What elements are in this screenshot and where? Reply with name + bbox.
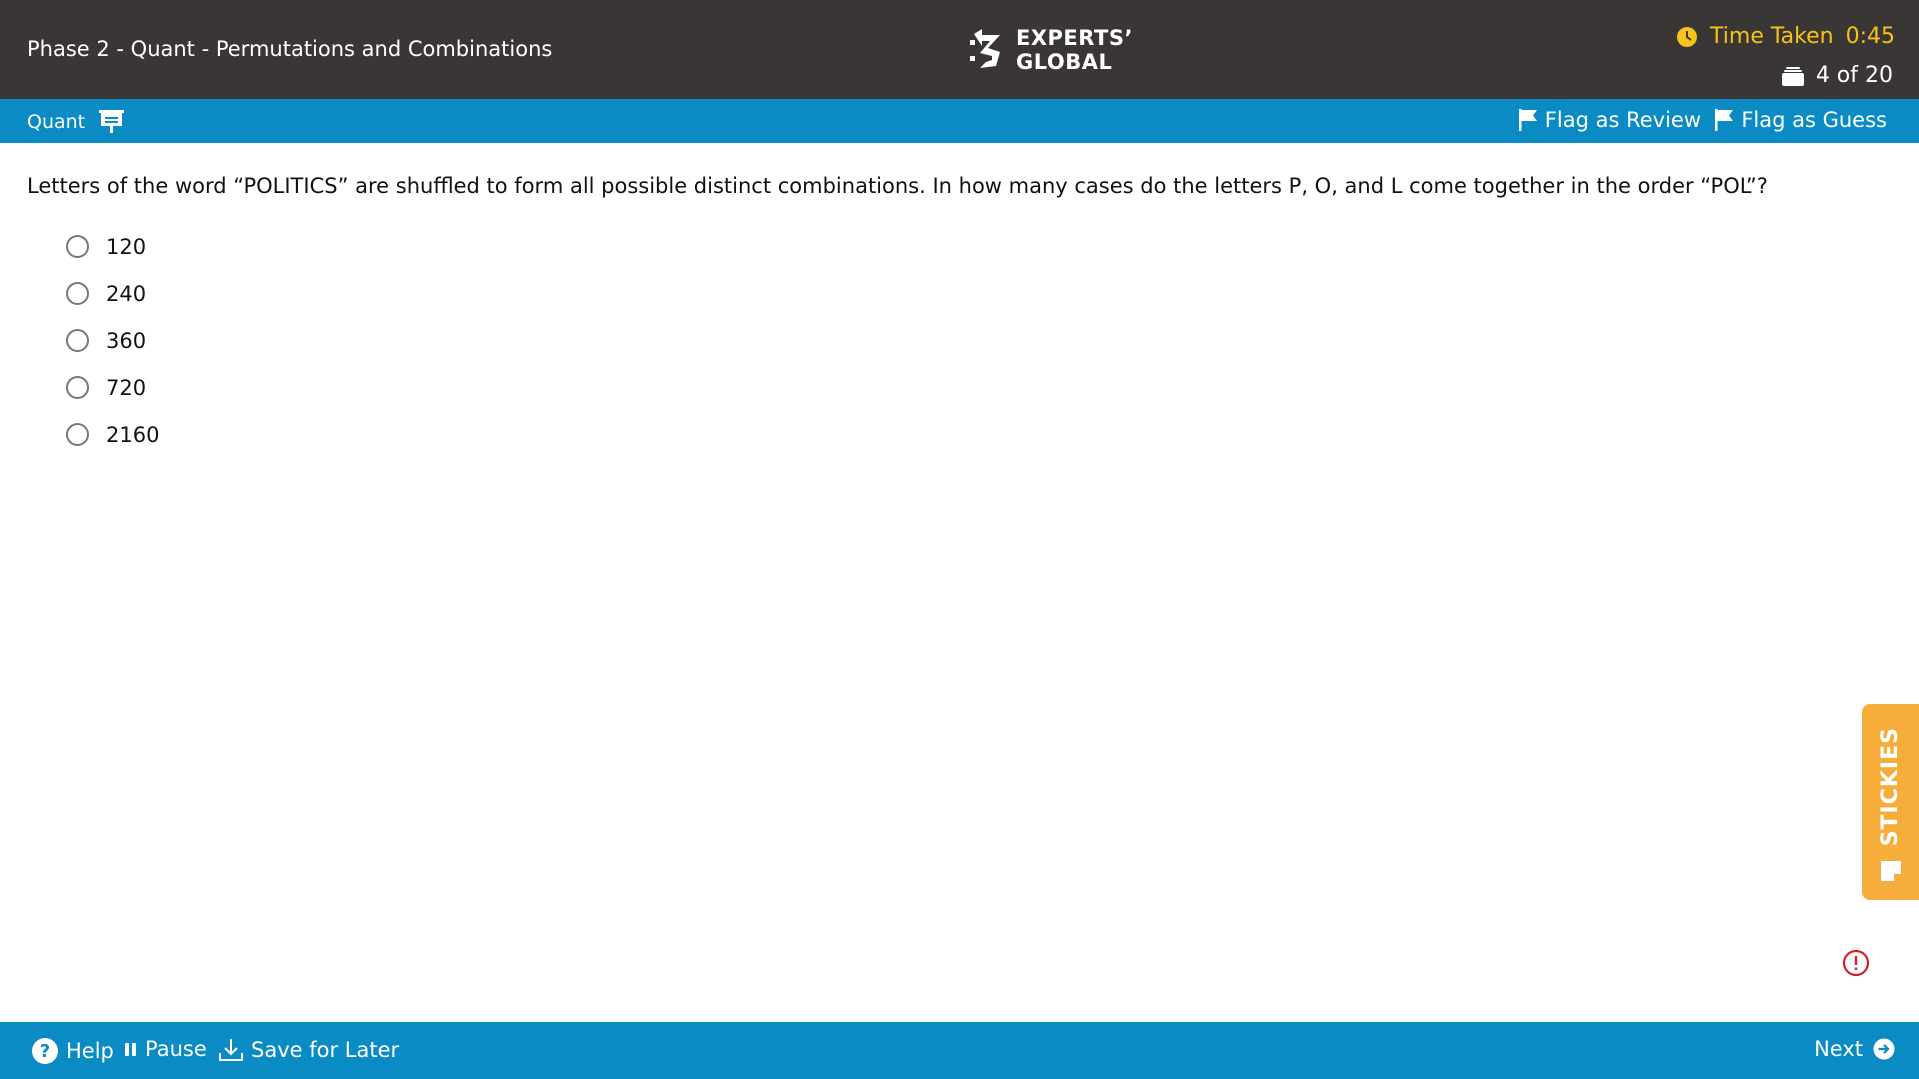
radio-button[interactable] [66, 329, 89, 352]
pause-button[interactable]: Pause [124, 1037, 207, 1061]
question-text: Letters of the word “POLITICS” are shuff… [27, 174, 1768, 198]
option-label: 720 [106, 375, 147, 400]
next-label: Next [1814, 1037, 1863, 1061]
download-icon [219, 1039, 243, 1061]
progress-text: 4 of 20 [1815, 63, 1893, 88]
exam-title: Phase 2 - Quant - Permutations and Combi… [27, 37, 553, 61]
help-button[interactable]: ? Help [31, 1037, 114, 1065]
stack-icon [1781, 66, 1804, 86]
flag-guess-label: Flag as Guess [1741, 108, 1887, 132]
answer-option[interactable]: 720 [66, 364, 159, 411]
arrow-right-icon [1873, 1038, 1895, 1060]
whiteboard-icon[interactable] [99, 110, 125, 134]
help-icon: ? [32, 1038, 58, 1064]
sticky-note-icon [1880, 861, 1901, 881]
logo-text-line2: GLOBAL [1016, 50, 1113, 74]
answer-option[interactable]: 120 [66, 223, 159, 270]
save-for-later-button[interactable]: Save for Later [218, 1037, 399, 1063]
radio-button[interactable] [66, 376, 89, 399]
pause-icon [125, 1043, 136, 1056]
stickies-tab[interactable]: STICKIES [1862, 704, 1919, 900]
time-value: 0:45 [1845, 24, 1895, 49]
time-taken: Time Taken 0:45 [1676, 24, 1895, 49]
clock-icon [1677, 26, 1698, 47]
option-label: 120 [106, 234, 147, 259]
experts-global-logo: EXPERTS’ GLOBAL [968, 26, 1133, 74]
next-button[interactable]: Next [1814, 1037, 1895, 1061]
flag-review-label: Flag as Review [1544, 108, 1701, 132]
svg-text:?: ? [40, 1041, 50, 1062]
save-label: Save for Later [251, 1038, 400, 1062]
alert-icon [1842, 949, 1870, 977]
top-bar: Phase 2 - Quant - Permutations and Combi… [0, 0, 1919, 99]
stickies-label: STICKIES [1878, 726, 1903, 846]
option-label: 2160 [106, 422, 160, 447]
radio-button[interactable] [66, 423, 89, 446]
answer-option[interactable]: 2160 [66, 411, 159, 458]
section-label: Quant [27, 110, 125, 134]
time-label: Time Taken [1710, 24, 1834, 49]
flag-as-guess-button[interactable]: Flag as Guess [1715, 108, 1887, 132]
logo-icon [970, 29, 1000, 68]
help-label: Help [66, 1039, 114, 1063]
section-bar: Quant Flag as Review Flag as Guess [0, 99, 1919, 143]
flag-icon [1518, 109, 1537, 131]
option-label: 360 [106, 328, 147, 353]
answer-option[interactable]: 360 [66, 317, 159, 364]
answer-option[interactable]: 240 [66, 270, 159, 317]
answer-options: 120 240 360 720 2160 [66, 223, 159, 458]
question-progress: 4 of 20 [1781, 63, 1893, 88]
radio-button[interactable] [66, 235, 89, 258]
report-error-button[interactable] [1842, 949, 1870, 981]
option-label: 240 [106, 281, 147, 306]
section-name: Quant [27, 111, 86, 133]
logo-text-line1: EXPERTS’ [1016, 26, 1133, 50]
bottom-bar: ? Help Pause Save for Later Next [0, 1022, 1919, 1079]
radio-button[interactable] [66, 282, 89, 305]
flag-as-review-button[interactable]: Flag as Review [1518, 108, 1701, 132]
pause-label: Pause [145, 1037, 207, 1061]
flag-icon [1715, 109, 1734, 131]
